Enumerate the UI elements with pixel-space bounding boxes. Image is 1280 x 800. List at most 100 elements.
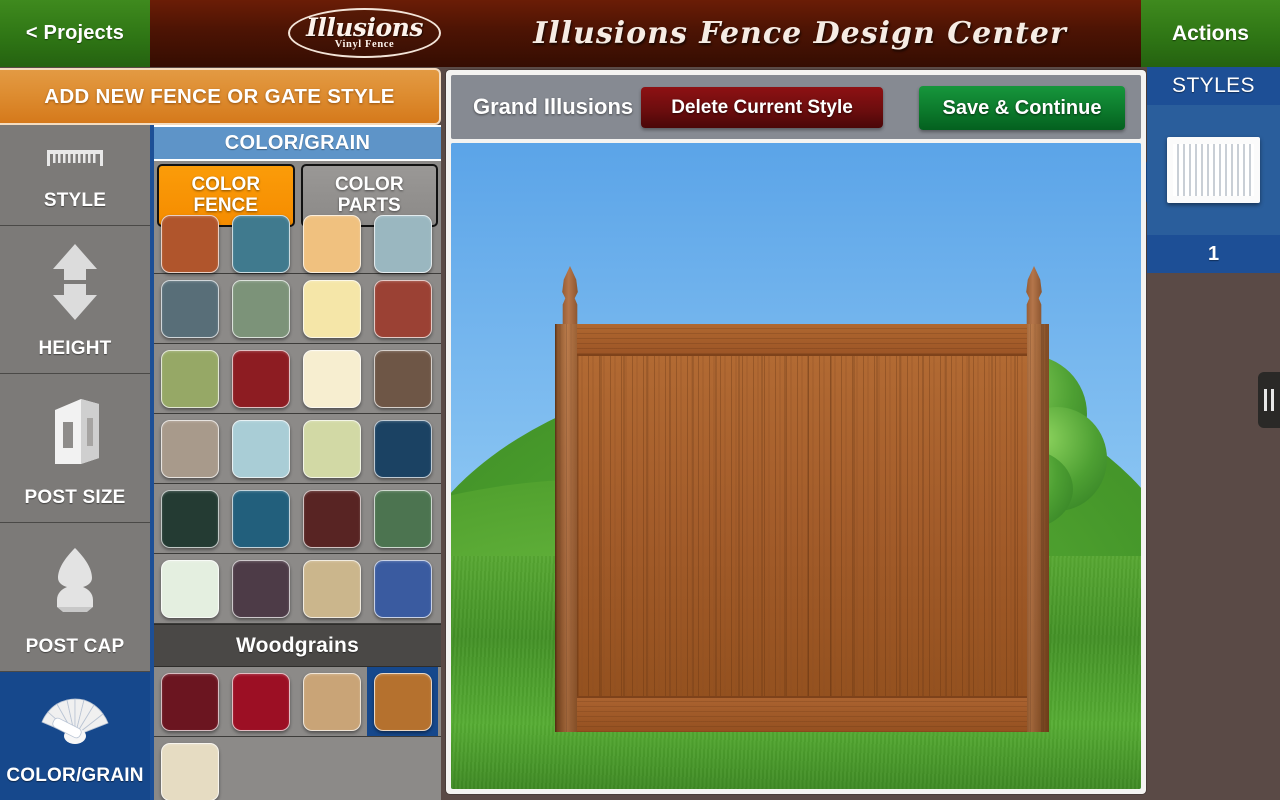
- color-swatch-cell[interactable]: [225, 344, 296, 413]
- fence-privacy-panel: [577, 356, 1027, 696]
- color-swatch-cell[interactable]: [367, 484, 438, 553]
- style-number: 1: [1147, 235, 1280, 273]
- add-new-fence-or-gate-style-button[interactable]: ADD NEW FENCE OR GATE STYLE: [0, 68, 441, 125]
- color-swatch-cell[interactable]: [367, 414, 438, 483]
- color-swatch: [302, 559, 361, 618]
- color-swatch: [302, 279, 361, 338]
- up-down-arrows-icon: [0, 226, 150, 338]
- solid-color-row: [154, 414, 441, 484]
- tab-color-fence-line1: COLOR: [191, 174, 261, 196]
- color-swatch: [231, 419, 290, 478]
- sidebar-item-color-grain[interactable]: COLOR/GRAIN: [0, 672, 150, 800]
- color-swatch-cell[interactable]: [154, 667, 225, 736]
- color-swatch: [373, 419, 432, 478]
- fence-panel-icon: [0, 125, 150, 190]
- sidebar-item-post-size-label: POST SIZE: [24, 487, 126, 508]
- sidebar-item-height[interactable]: HEIGHT: [0, 226, 150, 374]
- color-swatch-cell[interactable]: [296, 414, 367, 483]
- color-swatch: [231, 215, 290, 273]
- delete-current-style-button[interactable]: Delete Current Style: [641, 87, 883, 128]
- color-swatch-cell[interactable]: [154, 215, 225, 273]
- color-swatch-cell[interactable]: [367, 554, 438, 623]
- color-swatch-cell[interactable]: [154, 414, 225, 483]
- left-sidebar: STYLE HEIGHT POST SIZE POST CAP COLOR/GR…: [0, 125, 150, 800]
- design-toolbar: Grand Illusions Delete Current Style Sav…: [451, 75, 1141, 139]
- color-swatch-cell[interactable]: [154, 274, 225, 343]
- color-swatch: [231, 349, 290, 408]
- tab-color-fence-line2: FENCE: [193, 194, 258, 216]
- color-swatch-cell[interactable]: [225, 554, 296, 623]
- color-swatch: [160, 672, 219, 731]
- color-swatch-cell[interactable]: [367, 215, 438, 273]
- color-grain-panel: COLOR/GRAIN COLOR FENCE COLOR PARTS Wood…: [150, 125, 441, 800]
- sidebar-item-post-cap-label: POST CAP: [25, 636, 125, 657]
- color-swatch-cell[interactable]: [296, 667, 367, 736]
- save-and-continue-button[interactable]: Save & Continue: [919, 86, 1125, 130]
- sidebar-item-height-label: HEIGHT: [38, 338, 112, 359]
- color-swatch-cell[interactable]: [225, 414, 296, 483]
- fence-preview-canvas[interactable]: [451, 143, 1141, 789]
- fence-design-panel: Grand Illusions Delete Current Style Sav…: [446, 70, 1146, 794]
- color-swatch: [231, 489, 290, 548]
- color-swatch-cell[interactable]: [225, 667, 296, 736]
- color-swatch: [231, 559, 290, 618]
- illusions-vinyl-fence-logo: Illusions Vinyl Fence: [287, 7, 442, 59]
- post-cap-icon: [0, 523, 150, 636]
- actions-button[interactable]: Actions: [1141, 0, 1280, 67]
- fence-top-rail: [577, 324, 1027, 356]
- logo-brand-tagline: Vinyl Fence: [334, 38, 395, 50]
- post-cap-left: [562, 266, 578, 328]
- app-root: < Projects Illusions Vinyl Fence Illusio…: [0, 0, 1280, 800]
- color-swatch-cell[interactable]: [154, 344, 225, 413]
- post-cap-right: [1026, 266, 1042, 328]
- empty-swatch-cell: [296, 737, 367, 800]
- color-swatch: [160, 742, 219, 800]
- styles-rail: STYLES 1: [1147, 67, 1280, 800]
- color-swatch: [302, 672, 361, 731]
- back-to-projects-button[interactable]: < Projects: [0, 0, 150, 67]
- back-to-projects-label: < Projects: [25, 22, 125, 44]
- style-thumbnail-card[interactable]: [1147, 105, 1280, 235]
- color-swatch-cell[interactable]: [225, 484, 296, 553]
- solid-color-row: [154, 344, 441, 414]
- woodgrain-row: [154, 667, 441, 737]
- color-swatch-cell[interactable]: [367, 274, 438, 343]
- color-swatch: [160, 349, 219, 408]
- color-swatch-cell[interactable]: [154, 737, 225, 800]
- logo-brand-name: Illusions: [306, 12, 423, 42]
- color-fan-icon: [0, 672, 150, 765]
- color-swatch-cell[interactable]: [296, 554, 367, 623]
- color-swatch: [160, 419, 219, 478]
- color-swatch-cell[interactable]: [225, 215, 296, 273]
- color-swatch: [231, 672, 290, 731]
- woodgrains-section-header: Woodgrains: [154, 624, 441, 667]
- logo-oval: Illusions Vinyl Fence: [288, 8, 441, 58]
- color-swatch-cell[interactable]: [154, 554, 225, 623]
- color-swatch-cell[interactable]: [367, 344, 438, 413]
- color-swatch: [373, 215, 432, 273]
- pause-handle-icon[interactable]: [1258, 372, 1280, 428]
- color-swatch-cell[interactable]: [296, 215, 367, 273]
- color-swatch-cell[interactable]: [154, 484, 225, 553]
- color-swatch: [373, 279, 432, 338]
- solid-color-row: [154, 554, 441, 624]
- color-swatch-cell[interactable]: [367, 667, 438, 736]
- solid-color-row: [154, 215, 441, 274]
- sidebar-item-post-size[interactable]: POST SIZE: [0, 374, 150, 523]
- color-swatch-cell[interactable]: [296, 484, 367, 553]
- color-swatch: [160, 215, 219, 273]
- sidebar-item-style[interactable]: STYLE: [0, 125, 150, 226]
- solid-color-row: [154, 484, 441, 554]
- sidebar-item-post-cap[interactable]: POST CAP: [0, 523, 150, 672]
- color-swatch-cell[interactable]: [225, 274, 296, 343]
- color-swatch: [302, 419, 361, 478]
- current-style-name: Grand Illusions: [473, 94, 634, 119]
- color-swatch: [302, 349, 361, 408]
- styles-rail-title: STYLES: [1147, 67, 1280, 105]
- color-swatch-cell[interactable]: [296, 274, 367, 343]
- color-swatch-cell[interactable]: [296, 344, 367, 413]
- delete-current-style-label: Delete Current Style: [671, 96, 853, 118]
- color-swatch: [302, 215, 361, 273]
- sidebar-item-color-grain-label: COLOR/GRAIN: [6, 765, 144, 786]
- add-style-label: ADD NEW FENCE OR GATE STYLE: [44, 84, 395, 108]
